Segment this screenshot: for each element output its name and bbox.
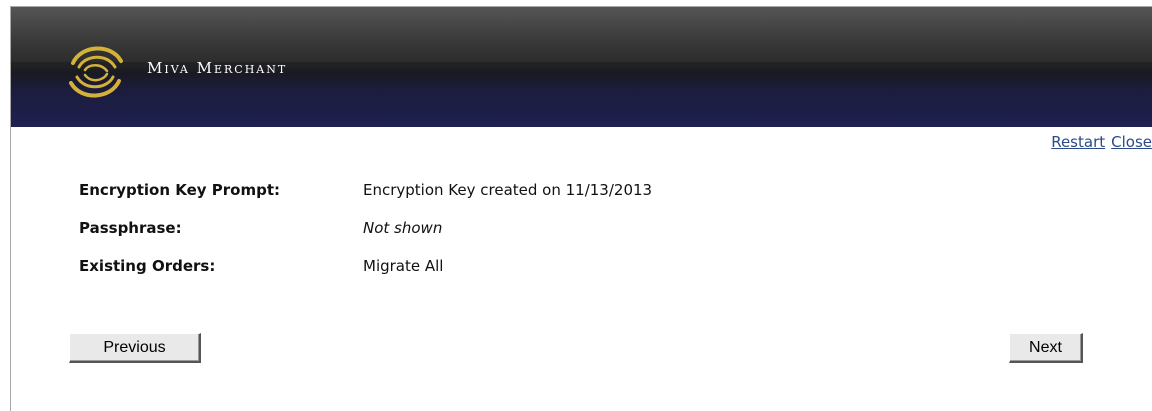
- existing-orders-label: Existing Orders:: [79, 257, 216, 275]
- passphrase-value: Not shown: [363, 219, 443, 237]
- encryption-key-prompt-label: Encryption Key Prompt:: [79, 181, 281, 199]
- wizard-frame: Miva Merchant Restart Close Encryption Ke…: [10, 6, 1152, 411]
- header-banner: Miva Merchant: [11, 7, 1152, 127]
- encryption-key-prompt-value: Encryption Key created on 11/13/2013: [363, 181, 653, 199]
- header-shade: [11, 7, 1152, 62]
- swirl-logo-icon: [69, 46, 123, 98]
- passphrase-label: Passphrase:: [79, 219, 182, 237]
- next-button[interactable]: Next: [1009, 333, 1083, 363]
- previous-button[interactable]: Previous: [69, 333, 201, 363]
- top-links: Restart Close: [1051, 133, 1152, 151]
- close-link[interactable]: Close: [1111, 133, 1152, 151]
- restart-link[interactable]: Restart: [1051, 133, 1105, 151]
- brand-name: Miva Merchant: [147, 59, 288, 77]
- existing-orders-value: Migrate All: [363, 257, 444, 275]
